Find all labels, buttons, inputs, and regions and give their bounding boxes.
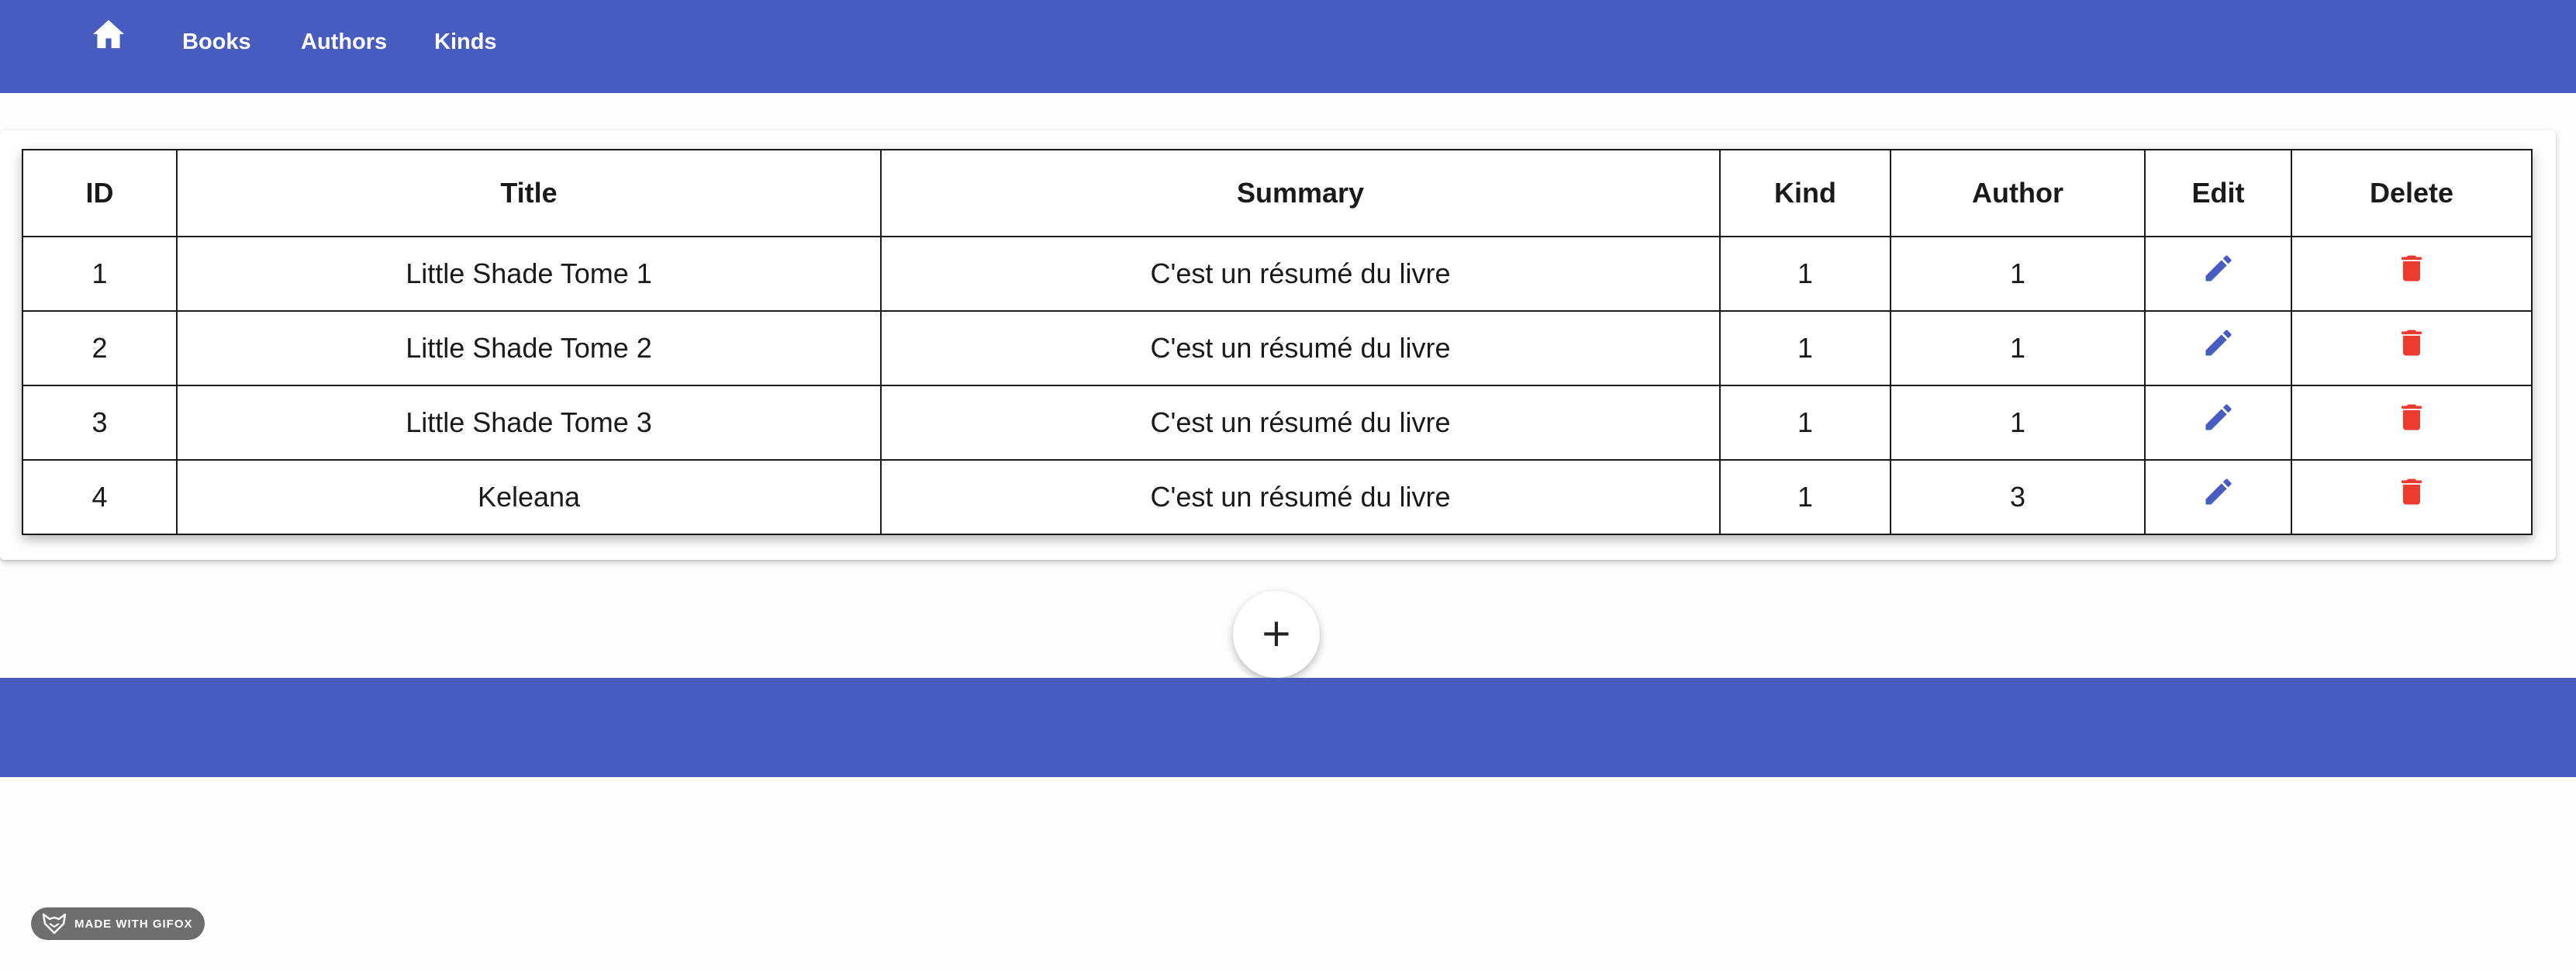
add-book-button[interactable]: + — [1233, 591, 1320, 678]
footer-bar — [0, 678, 2576, 777]
cell-author: 1 — [1890, 236, 2146, 312]
cell-delete — [2291, 385, 2533, 461]
pencil-icon[interactable] — [2201, 475, 2236, 509]
header-author: Author — [1890, 149, 2146, 237]
header-id: ID — [22, 149, 178, 237]
cell-delete — [2291, 236, 2533, 312]
watermark-text: MADE WITH GIFOX — [74, 917, 193, 931]
nav-link-authors[interactable]: Authors — [301, 29, 387, 55]
cell-summary: C'est un résumé du livre — [880, 385, 1721, 461]
cell-author: 1 — [1890, 310, 2146, 386]
cell-author: 3 — [1890, 459, 2146, 535]
trash-icon[interactable] — [2395, 326, 2429, 360]
header-edit: Edit — [2144, 149, 2292, 237]
cell-summary: C'est un résumé du livre — [880, 310, 1721, 386]
books-card: ID Title Summary Kind Author Edit Delete… — [0, 130, 2556, 560]
cell-title: Keleana — [176, 459, 882, 535]
cell-id: 3 — [22, 385, 178, 461]
table-row: 4 Keleana C'est un résumé du livre 1 3 — [22, 459, 2533, 535]
cell-title: Little Shade Tome 3 — [176, 385, 882, 461]
trash-icon[interactable] — [2395, 400, 2429, 434]
table-row: 1 Little Shade Tome 1 C'est un résumé du l… — [22, 236, 2533, 312]
cell-delete — [2291, 310, 2533, 386]
header-title: Title — [176, 149, 882, 237]
cell-id: 2 — [22, 310, 178, 386]
table-row: 3 Little Shade Tome 3 C'est un résumé du l… — [22, 385, 2533, 461]
cell-edit — [2144, 310, 2292, 386]
cell-edit — [2144, 385, 2292, 461]
pencil-icon[interactable] — [2201, 400, 2236, 434]
cell-id: 4 — [22, 459, 178, 535]
header-kind: Kind — [1719, 149, 1891, 237]
cell-kind: 1 — [1719, 459, 1891, 535]
cell-summary: C'est un résumé du livre — [880, 459, 1721, 535]
pencil-icon[interactable] — [2201, 251, 2236, 285]
cell-edit — [2144, 236, 2292, 312]
cell-kind: 1 — [1719, 236, 1891, 312]
fox-logo-icon — [42, 913, 67, 935]
nav-link-kinds[interactable]: Kinds — [434, 29, 497, 55]
cell-author: 1 — [1890, 385, 2146, 461]
books-table: ID Title Summary Kind Author Edit Delete… — [22, 149, 2533, 535]
cell-summary: C'est un résumé du livre — [880, 236, 1721, 312]
trash-icon[interactable] — [2395, 251, 2429, 285]
table-row: 2 Little Shade Tome 2 C'est un résumé du l… — [22, 310, 2533, 386]
nav-link-books[interactable]: Books — [182, 29, 251, 55]
table-header-row: ID Title Summary Kind Author Edit Delete — [22, 149, 2533, 237]
cell-title: Little Shade Tome 2 — [176, 310, 882, 386]
trash-icon[interactable] — [2395, 475, 2429, 509]
gifox-watermark: MADE WITH GIFOX — [31, 907, 205, 940]
cell-edit — [2144, 459, 2292, 535]
cell-delete — [2291, 459, 2533, 535]
cell-title: Little Shade Tome 1 — [176, 236, 882, 312]
header-summary: Summary — [880, 149, 1721, 237]
cell-kind: 1 — [1719, 385, 1891, 461]
cell-id: 1 — [22, 236, 178, 312]
pencil-icon[interactable] — [2201, 326, 2236, 360]
cell-kind: 1 — [1719, 310, 1891, 386]
plus-icon: + — [1260, 610, 1293, 655]
home-icon[interactable] — [92, 19, 126, 50]
top-navbar: Books Authors Kinds — [0, 0, 2576, 93]
header-delete: Delete — [2291, 149, 2533, 237]
